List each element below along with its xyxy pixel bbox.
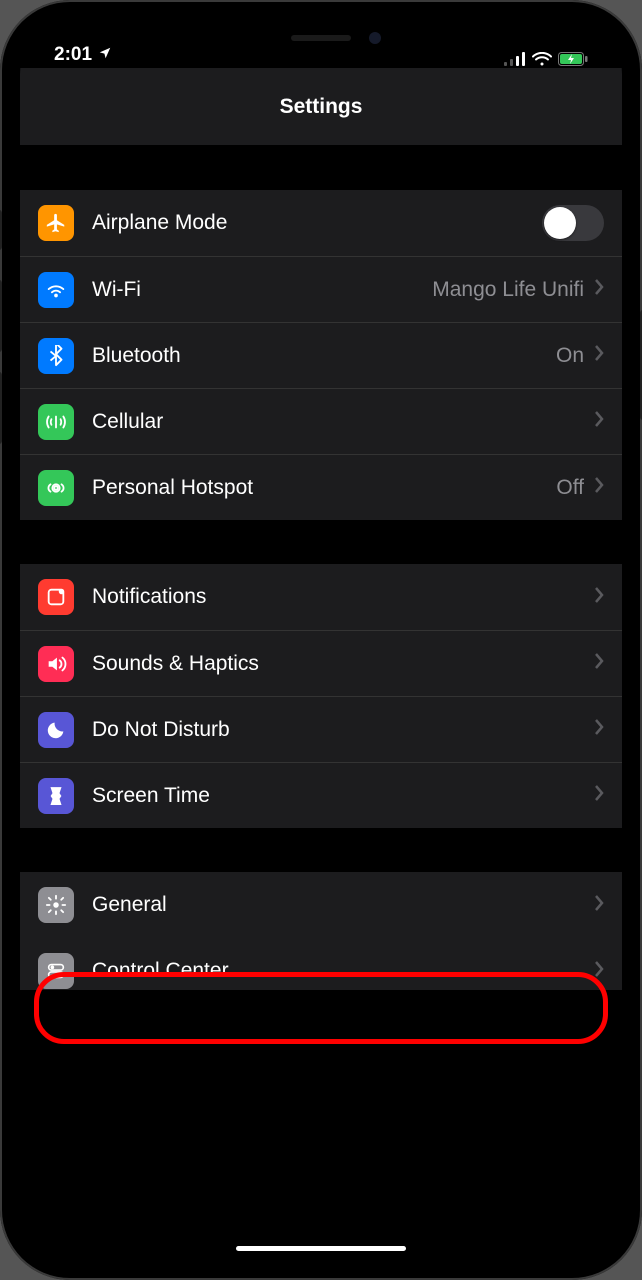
- volume-down-button: [0, 372, 2, 444]
- row-wifi[interactable]: Wi-Fi Mango Life Unifi: [20, 256, 622, 322]
- settings-group-notifications: Notifications Sounds & Haptics Do Not Di…: [20, 564, 622, 828]
- row-value: Mango Life Unifi: [432, 278, 584, 302]
- row-label: Do Not Disturb: [92, 718, 594, 742]
- chevron-right-icon: [594, 344, 604, 367]
- general-icon: [38, 887, 74, 923]
- chevron-right-icon: [594, 960, 604, 983]
- sounds-icon: [38, 646, 74, 682]
- chevron-right-icon: [594, 652, 604, 675]
- row-screen-time[interactable]: Screen Time: [20, 762, 622, 828]
- chevron-right-icon: [594, 784, 604, 807]
- row-sounds-haptics[interactable]: Sounds & Haptics: [20, 630, 622, 696]
- row-label: Bluetooth: [92, 344, 556, 368]
- chevron-right-icon: [594, 410, 604, 433]
- row-value: On: [556, 344, 584, 368]
- airplane-toggle[interactable]: [542, 205, 604, 241]
- row-airplane-mode[interactable]: Airplane Mode: [20, 190, 622, 256]
- chevron-right-icon: [594, 894, 604, 917]
- row-label: Personal Hotspot: [92, 476, 556, 500]
- row-label: Wi-Fi: [92, 278, 432, 302]
- chevron-right-icon: [594, 476, 604, 499]
- row-label: Notifications: [92, 585, 594, 609]
- row-personal-hotspot[interactable]: Personal Hotspot Off: [20, 454, 622, 520]
- row-notifications[interactable]: Notifications: [20, 564, 622, 630]
- cellular-signal-icon: [504, 52, 526, 66]
- speaker-grill: [291, 35, 351, 41]
- settings-group-general: General Control Center: [20, 872, 622, 990]
- row-label: Cellular: [92, 410, 594, 434]
- row-label: Screen Time: [92, 784, 594, 808]
- row-bluetooth[interactable]: Bluetooth On: [20, 322, 622, 388]
- dnd-icon: [38, 712, 74, 748]
- row-control-center[interactable]: Control Center: [20, 938, 622, 990]
- bluetooth-icon: [38, 338, 74, 374]
- chevron-right-icon: [594, 586, 604, 609]
- screentime-icon: [38, 778, 74, 814]
- chevron-right-icon: [594, 718, 604, 741]
- hotspot-icon: [38, 470, 74, 506]
- wifi-icon: [532, 52, 552, 66]
- front-camera: [369, 32, 381, 44]
- row-cellular[interactable]: Cellular: [20, 388, 622, 454]
- row-label: General: [92, 893, 594, 917]
- location-icon: [98, 44, 112, 66]
- phone-screen: 2:01: [20, 20, 622, 1260]
- row-value: Off: [556, 476, 584, 500]
- settings-list[interactable]: Airplane Mode Wi-Fi Mango Life Unifi Blu: [20, 146, 622, 1260]
- row-do-not-disturb[interactable]: Do Not Disturb: [20, 696, 622, 762]
- cellular-icon: [38, 404, 74, 440]
- wifi-settings-icon: [38, 272, 74, 308]
- page-title-bar: Settings: [20, 68, 622, 146]
- row-general[interactable]: General: [20, 872, 622, 938]
- settings-group-connectivity: Airplane Mode Wi-Fi Mango Life Unifi Blu: [20, 190, 622, 520]
- battery-icon: [558, 52, 588, 66]
- row-label: Sounds & Haptics: [92, 652, 594, 676]
- row-label: Control Center: [92, 959, 594, 983]
- section-spacer: [20, 828, 622, 872]
- home-indicator[interactable]: [236, 1246, 406, 1251]
- volume-up-button: [0, 280, 2, 352]
- section-spacer: [20, 146, 622, 190]
- chevron-right-icon: [594, 278, 604, 301]
- airplane-icon: [38, 205, 74, 241]
- mute-switch: [0, 210, 2, 250]
- page-title: Settings: [280, 95, 363, 119]
- control-center-icon: [38, 953, 74, 989]
- notifications-icon: [38, 579, 74, 615]
- section-spacer: [20, 520, 622, 564]
- row-label: Airplane Mode: [92, 211, 542, 235]
- status-time: 2:01: [54, 44, 92, 66]
- device-notch: [201, 20, 441, 56]
